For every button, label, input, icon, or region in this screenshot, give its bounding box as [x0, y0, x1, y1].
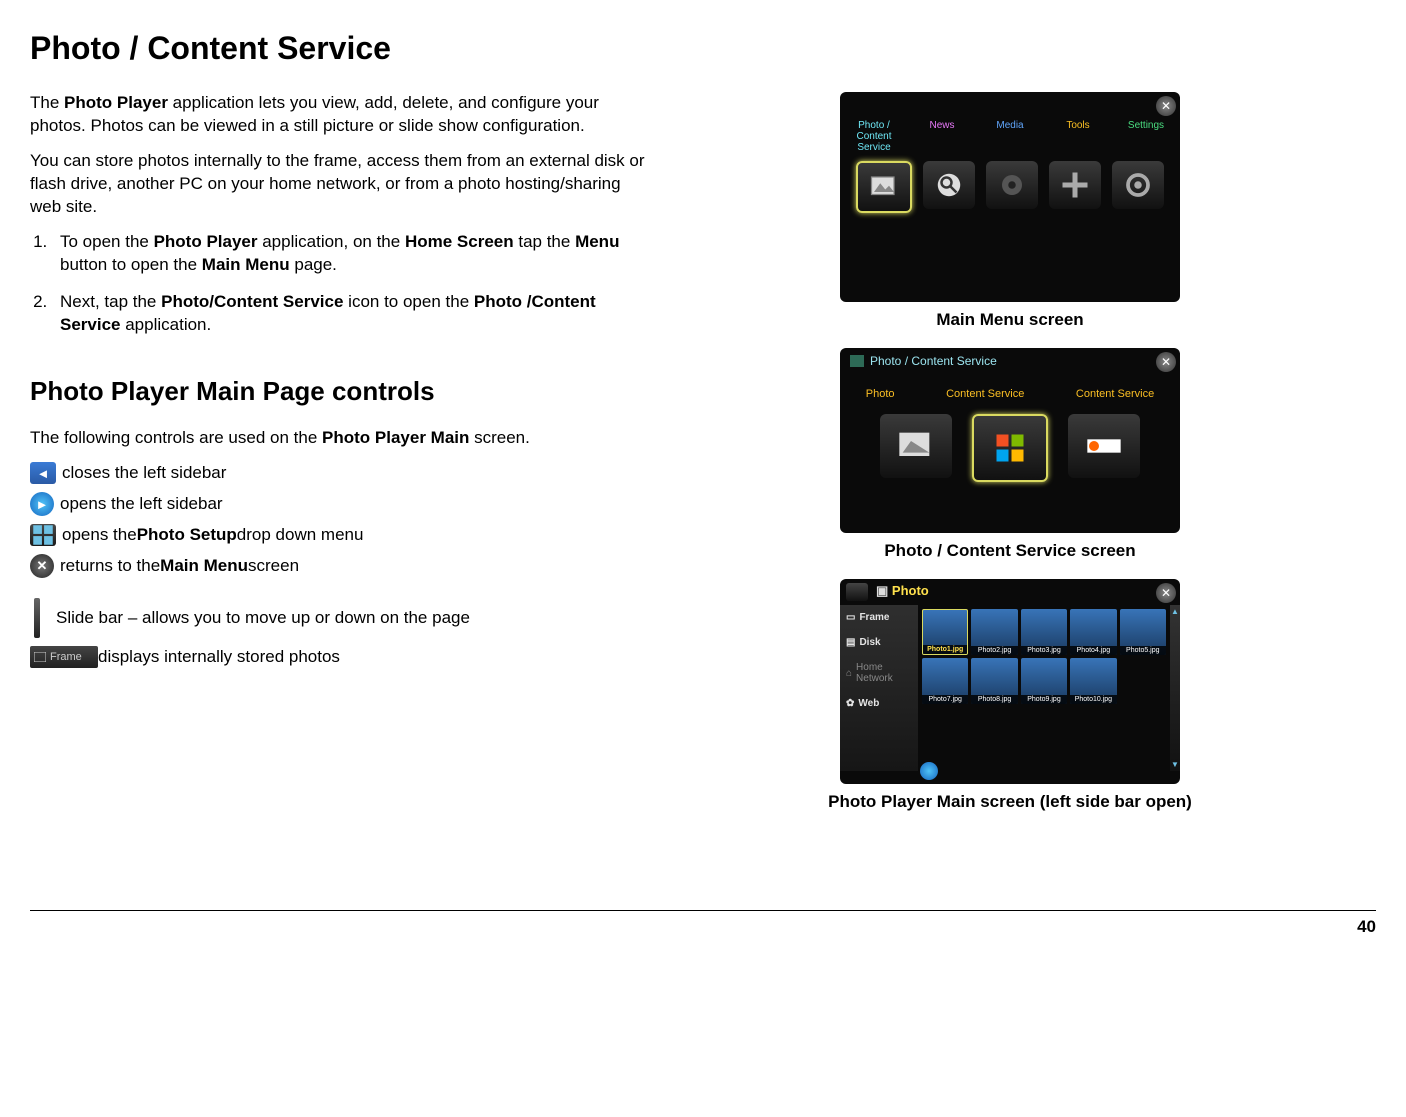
tab-settings[interactable]: Settings — [1116, 120, 1176, 153]
left-sidebar: ▭ Frame ▤ Disk ⌂ Home Network ✿ Web — [840, 605, 918, 771]
photo-app-icon[interactable] — [880, 414, 952, 478]
tab-photo-content[interactable]: Photo / Content Service — [844, 120, 904, 153]
close-icon: ✕ — [30, 554, 54, 578]
thumbnail[interactable]: Photo5.jpg — [1120, 609, 1166, 655]
step-2: Next, tap the Photo/Content Service icon… — [52, 291, 650, 337]
close-icon[interactable]: ✕ — [1156, 583, 1176, 603]
scrollbar[interactable] — [1170, 605, 1180, 771]
caption-main-menu: Main Menu screen — [936, 310, 1083, 330]
intro-paragraph-1: The Photo Player application lets you vi… — [30, 92, 650, 138]
windows-live-icon[interactable] — [972, 414, 1048, 482]
thumbnail[interactable]: Photo10.jpg — [1070, 658, 1116, 704]
sidebar-item-web[interactable]: ✿ Web — [840, 691, 918, 716]
photo-content-icon[interactable] — [856, 161, 912, 213]
frame-button-icon: Frame — [30, 646, 98, 668]
steps-list: To open the Photo Player application, on… — [30, 231, 650, 337]
thumbnail[interactable]: Photo1.jpg — [922, 609, 968, 655]
thumbnail[interactable]: Photo8.jpg — [971, 658, 1017, 704]
window-title: ▣ Photo — [876, 583, 929, 599]
section-controls-title: Photo Player Main Page controls — [30, 376, 650, 407]
main-menu-screenshot: ✕ Photo / Content Service News Media Too… — [840, 92, 1180, 302]
control-close-sidebar: ◄ closes the left sidebar — [30, 462, 650, 484]
sidebar-item-disk[interactable]: ▤ Disk — [840, 630, 918, 655]
thumbnail[interactable]: Photo7.jpg — [922, 658, 968, 704]
tab-tools[interactable]: Tools — [1048, 120, 1108, 153]
thumbnail[interactable]: Photo9.jpg — [1021, 658, 1067, 704]
thumbnail[interactable]: Photo3.jpg — [1021, 609, 1067, 655]
sidebar-item-frame[interactable]: ▭ Frame — [840, 605, 918, 630]
photo-setup-icon[interactable] — [846, 583, 868, 601]
control-photo-setup: opens the Photo Setup drop down menu — [30, 524, 650, 546]
intro-paragraph-2: You can store photos internally to the f… — [30, 150, 650, 219]
tools-icon[interactable] — [1049, 161, 1101, 209]
left-column: The Photo Player application lets you vi… — [30, 92, 650, 830]
section-controls-intro: The following controls are used on the P… — [30, 427, 650, 450]
close-icon[interactable]: ✕ — [1156, 352, 1176, 372]
tab-photo[interactable]: Photo — [866, 388, 895, 400]
page-title: Photo / Content Service — [30, 30, 1376, 67]
slider-icon — [34, 598, 40, 638]
photo-content-service-screenshot: Photo / Content Service ✕ Photo Content … — [840, 348, 1180, 533]
settings-icon[interactable] — [1112, 161, 1164, 209]
control-slide-bar: Slide bar – allows you to move up or dow… — [30, 598, 650, 638]
close-icon[interactable]: ✕ — [1156, 96, 1176, 116]
tab-media[interactable]: Media — [980, 120, 1040, 153]
photo-setup-icon — [30, 524, 56, 546]
content-channel-icon[interactable] — [1068, 414, 1140, 478]
media-icon[interactable] — [986, 161, 1038, 209]
sidebar-item-home-network[interactable]: ⌂ Home Network — [840, 655, 918, 691]
tab-content-service-1[interactable]: Content Service — [946, 388, 1024, 400]
control-frame-button: Frame displays internally stored photos — [30, 646, 650, 668]
thumbnail[interactable]: Photo2.jpg — [971, 609, 1017, 655]
caption-photo-player: Photo Player Main screen (left side bar … — [828, 792, 1192, 812]
control-return-main: ✕ returns to the Main Menu screen — [30, 554, 650, 578]
collapse-sidebar-icon: ◄ — [30, 462, 56, 484]
page-number: 40 — [30, 910, 1376, 937]
photo-player-main-screenshot: ▣ Photo ✕ ▭ Frame ▤ Disk ⌂ Home Network … — [840, 579, 1180, 784]
news-icon[interactable] — [923, 161, 975, 209]
caption-photo-content: Photo / Content Service screen — [884, 541, 1135, 561]
control-open-sidebar: ► opens the left sidebar — [30, 492, 650, 516]
tab-news[interactable]: News — [912, 120, 972, 153]
right-column: ✕ Photo / Content Service News Media Too… — [730, 92, 1290, 830]
collapse-sidebar-icon[interactable] — [920, 762, 938, 780]
expand-sidebar-icon: ► — [30, 492, 54, 516]
tab-content-service-2[interactable]: Content Service — [1076, 388, 1154, 400]
window-title: Photo / Content Service — [850, 354, 997, 368]
step-1: To open the Photo Player application, on… — [52, 231, 650, 277]
thumbnail-grid: Photo1.jpg Photo2.jpg Photo3.jpg Photo4.… — [918, 605, 1170, 771]
thumbnail[interactable]: Photo4.jpg — [1070, 609, 1116, 655]
